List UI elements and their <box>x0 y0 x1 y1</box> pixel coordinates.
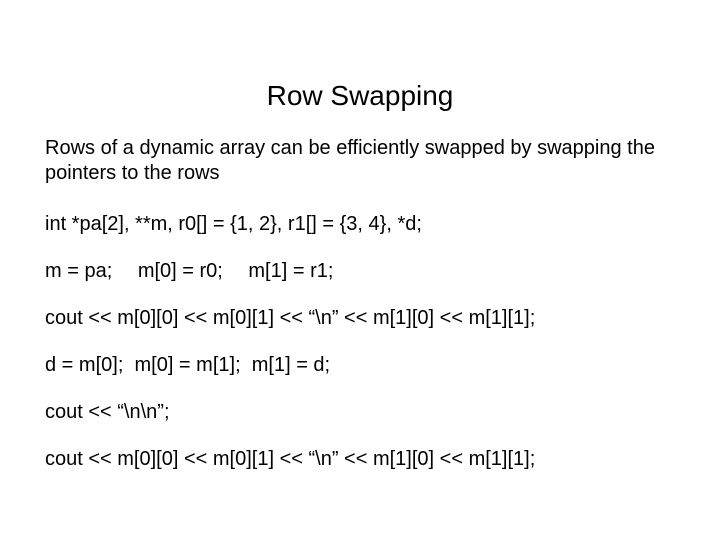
slide: Row Swapping Rows of a dynamic array can… <box>0 0 720 540</box>
code-line: cout << “\n\n”; <box>45 400 675 425</box>
slide-body: Rows of a dynamic array can be efficient… <box>45 136 675 472</box>
code-line: int *pa[2], **m, r0[] = {1, 2}, r1[] = {… <box>45 212 675 237</box>
intro-text: Rows of a dynamic array can be efficient… <box>45 136 675 186</box>
code-line: cout << m[0][0] << m[0][1] << “\n” << m[… <box>45 306 675 331</box>
code-line: m = pa; m[0] = r0; m[1] = r1; <box>45 259 675 284</box>
code-line: cout << m[0][0] << m[0][1] << “\n” << m[… <box>45 447 675 472</box>
slide-title: Row Swapping <box>45 80 675 112</box>
code-line: d = m[0]; m[0] = m[1]; m[1] = d; <box>45 353 675 378</box>
